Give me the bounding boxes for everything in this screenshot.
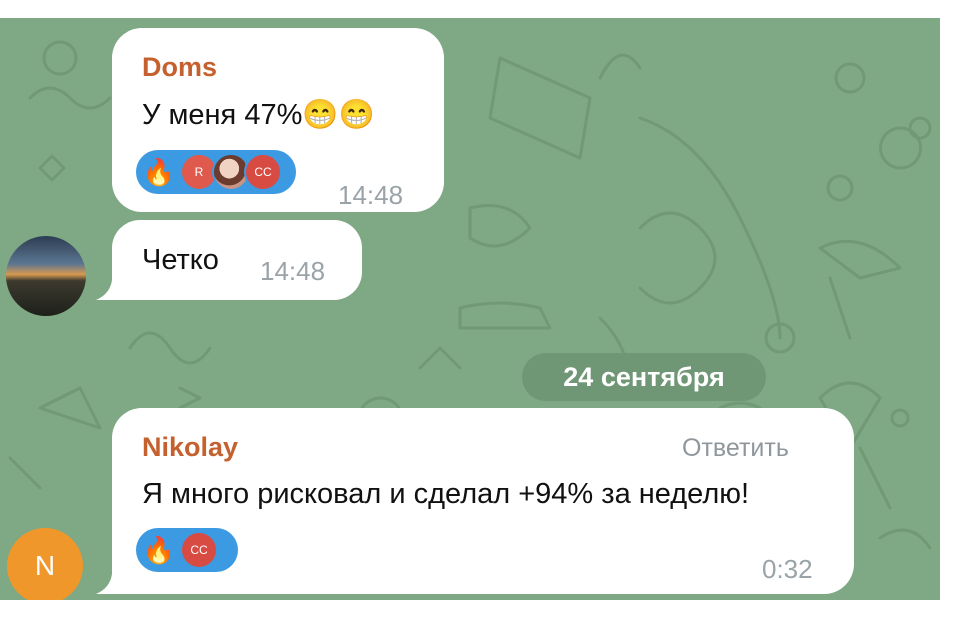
bubble-tail (96, 574, 120, 594)
message-time: 0:32 (762, 554, 813, 584)
message-text: Я много рисковал и сделал +94% за неделю… (142, 478, 750, 510)
bottom-margin (0, 600, 957, 620)
top-cropped-strip (0, 0, 957, 18)
sender-name[interactable]: Nikolay (142, 432, 238, 463)
message-text: У меня 47%😁😁 (142, 99, 375, 131)
message-bubble-chetko[interactable]: Четко 14:48 (112, 220, 362, 300)
fire-reaction-icon: 🔥 (142, 156, 176, 187)
message-text: Четко (142, 244, 219, 276)
message-bubble-doms[interactable]: Doms У меня 47%😁😁 🔥 R CC 14:48 (112, 28, 444, 212)
reactor-avatar: CC (244, 153, 282, 191)
user-avatar-photo[interactable] (6, 236, 86, 316)
bubble-tail (96, 280, 120, 300)
user-avatar-n[interactable]: N (7, 528, 83, 600)
right-margin (940, 18, 957, 600)
reactor-avatar: CC (180, 531, 218, 569)
message-time: 14:48 (338, 180, 404, 210)
message-bubble-nikolay[interactable]: Nikolay Ответить Я много рисковал и сдел… (112, 408, 854, 594)
sender-name[interactable]: Doms (142, 52, 217, 83)
reply-button[interactable]: Ответить (682, 434, 789, 463)
chat-area: Doms У меня 47%😁😁 🔥 R CC 14:48 Четко 14:… (0, 18, 940, 600)
reaction-pill[interactable]: 🔥 CC (136, 528, 238, 572)
message-time: 14:48 (260, 256, 326, 286)
fire-reaction-icon: 🔥 (142, 534, 176, 565)
date-separator: 24 сентября (522, 353, 766, 401)
reaction-pill[interactable]: 🔥 R CC (136, 150, 296, 194)
